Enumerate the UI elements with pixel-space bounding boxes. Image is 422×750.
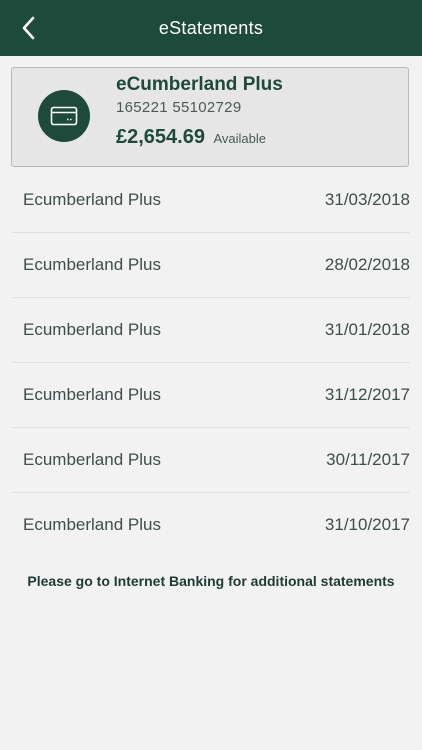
statement-row[interactable]: Ecumberland Plus 31/12/2017 — [12, 363, 410, 428]
statement-name: Ecumberland Plus — [23, 320, 161, 339]
balance-row: £2,654.69 Available — [116, 126, 266, 149]
statement-date: 31/01/2018 — [324, 320, 410, 339]
statement-date: 31/10/2017 — [324, 515, 410, 534]
app-header: eStatements — [0, 0, 422, 56]
account-number: 165221 55102729 — [116, 99, 242, 116]
statement-row[interactable]: Ecumberland Plus 30/11/2017 — [12, 428, 410, 493]
card-icon — [38, 90, 90, 142]
statement-date: 31/03/2018 — [324, 190, 410, 209]
statement-list: Ecumberland Plus 31/03/2018 Ecumberland … — [12, 168, 410, 557]
account-name: eCumberland Plus — [116, 74, 283, 95]
additional-statements-note: Please go to Internet Banking for additi… — [27, 573, 395, 589]
statement-date: 30/11/2017 — [326, 450, 410, 469]
statement-name: Ecumberland Plus — [23, 450, 161, 469]
account-summary-card: eCumberland Plus 165221 55102729 £2,654.… — [11, 67, 409, 167]
statement-row[interactable]: Ecumberland Plus 28/02/2018 — [12, 233, 410, 298]
statement-name: Ecumberland Plus — [23, 385, 161, 404]
statement-name: Ecumberland Plus — [23, 190, 161, 209]
statement-row[interactable]: Ecumberland Plus 31/03/2018 — [12, 168, 410, 233]
statement-date: 31/12/2017 — [324, 385, 410, 404]
statement-name: Ecumberland Plus — [23, 515, 161, 534]
statement-date: 28/02/2018 — [324, 255, 410, 274]
statement-name: Ecumberland Plus — [23, 255, 161, 274]
balance-label: Available — [213, 131, 266, 146]
statement-row[interactable]: Ecumberland Plus 31/01/2018 — [12, 298, 410, 363]
statement-row[interactable]: Ecumberland Plus 31/10/2017 — [12, 493, 410, 557]
page-title: eStatements — [158, 18, 264, 38]
balance-amount: £2,654.69 — [116, 126, 205, 148]
